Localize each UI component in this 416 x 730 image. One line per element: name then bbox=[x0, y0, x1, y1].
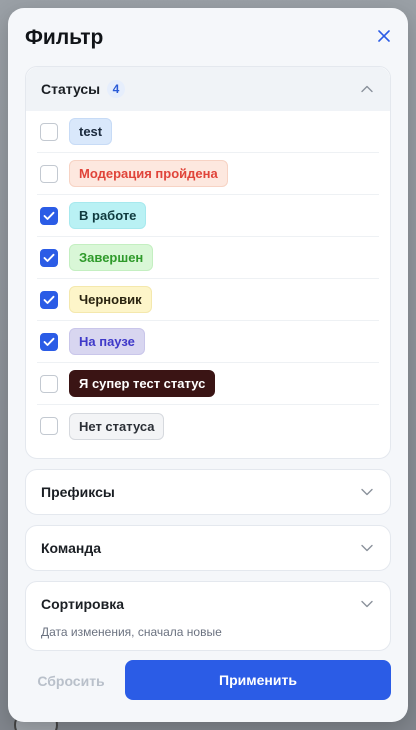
checkmark-icon bbox=[43, 295, 55, 304]
apply-button[interactable]: Применить bbox=[125, 660, 391, 700]
close-icon bbox=[378, 30, 390, 42]
status-chip: Завершен bbox=[69, 244, 154, 271]
chevron-down-icon bbox=[361, 544, 373, 552]
checkbox[interactable] bbox=[40, 122, 58, 141]
checkbox-checked[interactable] bbox=[40, 290, 58, 309]
statuses-section: Статусы 4 test Модерация пройдена В работе… bbox=[25, 66, 391, 459]
status-chip: В работе bbox=[69, 202, 147, 229]
filter-modal: Фильтр Статусы 4 test Модерация пройдена В… bbox=[8, 8, 408, 722]
modal-title: Фильтр bbox=[25, 26, 104, 49]
statuses-section-title: Статусы bbox=[41, 81, 101, 97]
close-button[interactable] bbox=[376, 28, 392, 44]
prefixes-section-header[interactable]: Префиксы bbox=[26, 470, 390, 514]
checkmark-icon bbox=[43, 211, 55, 220]
checkbox-checked[interactable] bbox=[40, 248, 58, 267]
sorting-current-value: Дата изменения, сначала новые bbox=[41, 625, 222, 639]
status-option[interactable]: Нет статуса bbox=[37, 405, 379, 447]
team-section-header[interactable]: Команда bbox=[26, 526, 390, 570]
checkmark-icon bbox=[43, 253, 55, 262]
status-option[interactable]: Модерация пройдена bbox=[37, 153, 379, 195]
status-option[interactable]: На паузе bbox=[37, 321, 379, 363]
reset-button[interactable]: Сбросить bbox=[25, 660, 117, 702]
chevron-up-icon bbox=[361, 85, 373, 93]
status-option[interactable]: Завершен bbox=[37, 237, 379, 279]
checkbox-checked[interactable] bbox=[40, 206, 58, 225]
team-section[interactable]: Команда bbox=[25, 525, 391, 571]
checkmark-icon bbox=[43, 337, 55, 346]
prefixes-section-title: Префиксы bbox=[41, 484, 115, 500]
sorting-section-title: Сортировка bbox=[41, 596, 124, 612]
status-option[interactable]: Я супер тест статус bbox=[37, 363, 379, 405]
checkbox[interactable] bbox=[40, 374, 58, 393]
checkbox[interactable] bbox=[40, 417, 58, 435]
status-chip: Я супер тест статус bbox=[69, 370, 216, 397]
checkbox-checked[interactable] bbox=[40, 332, 58, 351]
status-chip: На паузе bbox=[69, 328, 145, 355]
chevron-down-icon bbox=[361, 600, 373, 608]
status-chip: Нет статуса bbox=[69, 412, 165, 440]
modal-header: Фильтр bbox=[8, 8, 408, 66]
status-chip: Модерация пройдена bbox=[69, 160, 228, 187]
status-option[interactable]: В работе bbox=[37, 195, 379, 237]
status-chip: Черновик bbox=[69, 286, 152, 313]
status-option[interactable]: test bbox=[37, 111, 379, 153]
statuses-section-header[interactable]: Статусы 4 bbox=[26, 67, 390, 111]
checkbox[interactable] bbox=[40, 164, 58, 183]
status-chip: test bbox=[69, 118, 113, 145]
prefixes-section[interactable]: Префиксы bbox=[25, 469, 391, 515]
team-section-title: Команда bbox=[41, 540, 101, 556]
modal-footer: Сбросить Применить bbox=[8, 660, 408, 704]
statuses-count-badge: 4 bbox=[107, 80, 125, 98]
sorting-section[interactable]: Сортировка Дата изменения, сначала новые bbox=[25, 581, 391, 651]
sorting-section-header[interactable]: Сортировка bbox=[26, 582, 390, 626]
chevron-down-icon bbox=[361, 488, 373, 496]
status-option[interactable]: Черновик bbox=[37, 279, 379, 321]
